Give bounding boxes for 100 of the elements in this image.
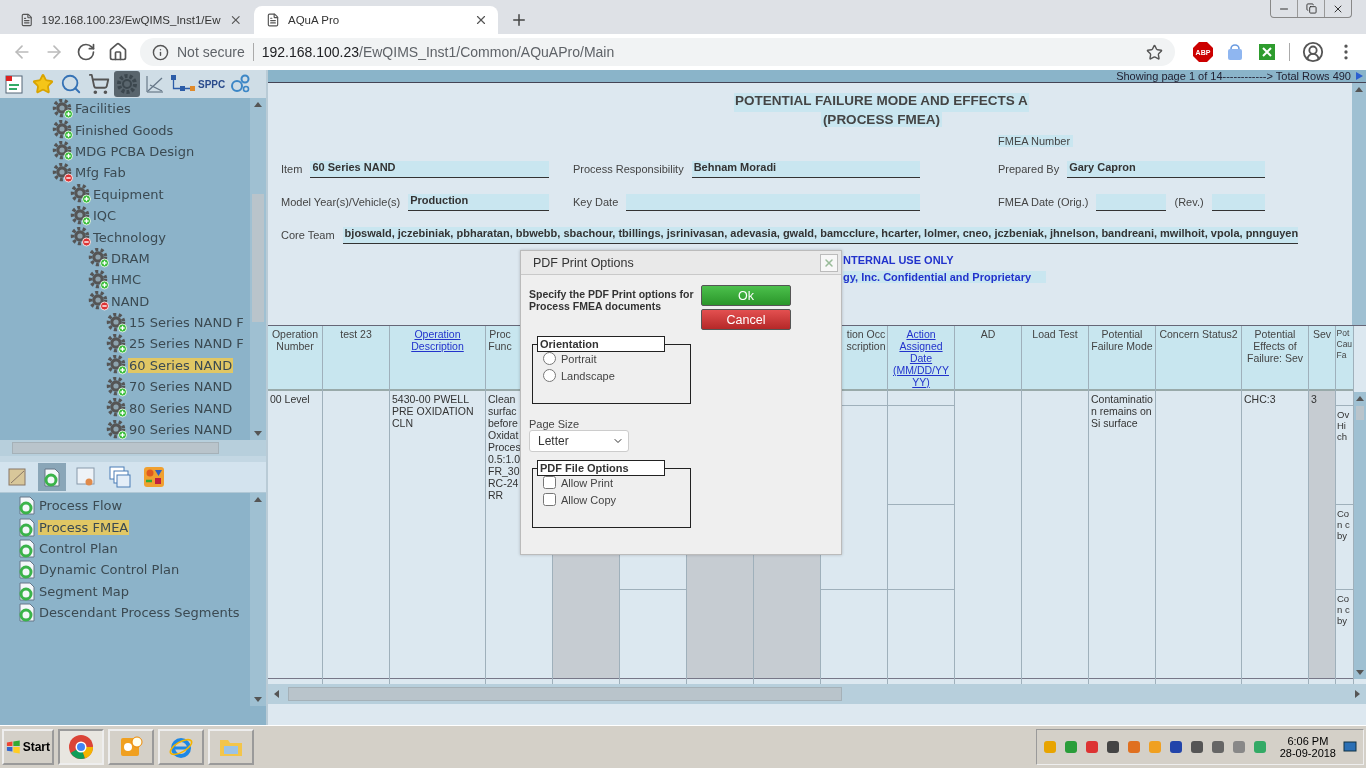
next-page-icon[interactable] (1355, 71, 1364, 81)
input-field[interactable]: 60 Series NAND (310, 161, 549, 178)
scroll-up-icon[interactable] (1354, 85, 1364, 95)
browser-tab[interactable]: 192.168.100.23/EwQIMS_Inst1/Ew (8, 6, 252, 34)
scroll-left-icon[interactable] (272, 689, 282, 699)
group-legend: Orientation (537, 336, 665, 352)
radio-button[interactable] (543, 352, 556, 365)
notice-text: NTERNAL USE ONLY (843, 254, 954, 266)
tree-item[interactable]: 70 Series NAND (128, 379, 234, 395)
document-icon[interactable] (38, 463, 66, 491)
document-item[interactable]: Dynamic Control Plan (38, 562, 181, 578)
reload-icon[interactable] (76, 42, 96, 62)
document-item[interactable]: Process Flow (38, 498, 124, 514)
option-label: Landscape (561, 369, 615, 382)
tree-item[interactable]: IQC (92, 208, 118, 224)
tray-icon[interactable] (1210, 740, 1225, 754)
tree-item[interactable]: HMC (110, 272, 143, 288)
cancel-button[interactable]: Cancel (701, 309, 791, 330)
tree-item[interactable]: 90 Series NAND (128, 422, 234, 438)
clock[interactable]: 6:06 PM 28-09-2018 (1279, 735, 1336, 759)
browser-tab[interactable]: AQuA Pro (254, 6, 498, 34)
document-icon (18, 517, 36, 537)
home-icon[interactable] (108, 42, 128, 62)
column-header: test 23 (339, 328, 373, 342)
document-item[interactable]: Segment Map (38, 583, 131, 599)
radio-button[interactable] (543, 369, 556, 382)
folder-taskbar-icon[interactable] (208, 729, 254, 765)
mail-taskbar-icon[interactable] (108, 729, 154, 765)
scroll-thumb[interactable] (252, 194, 264, 322)
column-header-link[interactable]: Action Assigned Date (MM/DD/YYYY) (888, 328, 954, 389)
close-icon (823, 256, 835, 269)
spreadsheet-icon[interactable] (1257, 42, 1277, 62)
show-desktop-icon[interactable] (1343, 741, 1357, 753)
tree-item[interactable]: Finished Goods (74, 122, 175, 138)
column-header-link[interactable]: Operation Description (390, 328, 485, 389)
document-item[interactable]: Process FMEA (38, 519, 130, 535)
field-label: Key Date (573, 196, 619, 210)
scrollbar[interactable] (0, 440, 266, 456)
tree-item[interactable]: Facilities (74, 101, 132, 117)
ie-taskbar-icon[interactable] (158, 729, 204, 765)
new-tab-icon[interactable] (510, 11, 528, 29)
scrollbar[interactable] (1354, 392, 1366, 679)
scrollbar[interactable] (250, 98, 266, 440)
tree-item[interactable]: MDG PCBA Design (74, 143, 196, 159)
tree-item[interactable]: NAND (110, 293, 151, 309)
address-bar[interactable]: Not secure 192.168.100.23/EwQIMS_Inst1/Common/AQuAPro/Main (140, 38, 1175, 66)
scrollbar[interactable] (1352, 83, 1366, 325)
tree-item[interactable]: Mfg Fab (74, 165, 127, 181)
account-icon[interactable] (1302, 41, 1324, 63)
scroll-down-icon[interactable] (1355, 667, 1365, 677)
input-field[interactable] (1096, 194, 1167, 211)
cart-icon[interactable] (86, 71, 112, 97)
scroll-thumb[interactable] (288, 687, 842, 701)
scroll-up-icon[interactable] (253, 100, 263, 110)
tree-item[interactable]: DRAM (110, 250, 151, 266)
table-cell-text: Clean surfac before Oxidat Proces 0.5:1.0 FR_30 RC-24 RR (487, 392, 521, 503)
tray-icon[interactable] (1084, 740, 1099, 754)
tree-item[interactable]: 15 Series NAND F (128, 315, 245, 331)
tray-icon[interactable] (1168, 740, 1183, 754)
page-size-select[interactable]: Letter (529, 430, 629, 452)
table-cell-text: Contamination remains on Si surface (1090, 392, 1154, 431)
document-item[interactable]: Descendant Process Segments (38, 605, 241, 621)
close-icon[interactable] (474, 13, 488, 27)
scrollbar[interactable] (250, 493, 266, 706)
ok-button[interactable]: Ok (701, 285, 791, 306)
table-icon[interactable] (106, 463, 134, 491)
table-cell-text: Co n c by (1336, 592, 1351, 628)
tree-item[interactable]: 25 Series NAND F (128, 336, 245, 352)
scroll-down-icon[interactable] (253, 428, 263, 438)
scroll-thumb[interactable] (12, 442, 219, 454)
bag-icon[interactable] (1225, 42, 1245, 62)
scroll-up-icon[interactable] (253, 495, 263, 505)
column-header: Sev (1311, 328, 1333, 342)
windows-logo-icon (6, 740, 21, 754)
scroll-right-icon[interactable] (1352, 689, 1362, 699)
start-button[interactable]: Start (2, 729, 54, 765)
input-field[interactable]: Gary Capron (1067, 161, 1265, 178)
document-item[interactable]: Control Plan (38, 540, 119, 556)
tree-item[interactable]: 60 Series NAND (128, 357, 234, 373)
browser-taskbar-icon[interactable] (58, 729, 104, 765)
input-field[interactable] (1211, 194, 1265, 211)
input-field[interactable]: Behnam Moradi (691, 161, 920, 178)
tree-item[interactable]: Technology (92, 229, 167, 245)
checkbox[interactable] (543, 493, 556, 506)
table-cell-text: 5430-00 PWELL PRE OXIDATION CLN (391, 392, 475, 431)
tray-icon[interactable] (1189, 740, 1204, 754)
tree-item[interactable]: Equipment (92, 186, 165, 202)
input-field[interactable]: Production (408, 194, 549, 211)
info-icon[interactable] (152, 43, 169, 61)
bookmark-star-icon[interactable] (1146, 43, 1163, 61)
scrollbar[interactable] (268, 684, 1366, 704)
sppc-button[interactable]: SPPC (198, 71, 226, 97)
checkbox[interactable] (543, 476, 556, 489)
scroll-down-icon[interactable] (253, 694, 263, 704)
scroll-up-icon[interactable] (1355, 394, 1365, 404)
input-field[interactable] (626, 194, 920, 211)
input-field[interactable]: bjoswald, jczebiniak, pbharatan, bbwebb, sbachour, tbillings, jsrinivasan, adevasia, gwald, bamcclure, hcarter, lolmer, cneo, jczbeniak, jhnelson, bandreani, mwilhoit, vpola, pnnguyen (342, 227, 1299, 244)
tree-item[interactable]: 80 Series NAND (128, 400, 234, 416)
tray-icon[interactable] (1105, 740, 1120, 754)
scroll-thumb[interactable] (1355, 406, 1365, 420)
